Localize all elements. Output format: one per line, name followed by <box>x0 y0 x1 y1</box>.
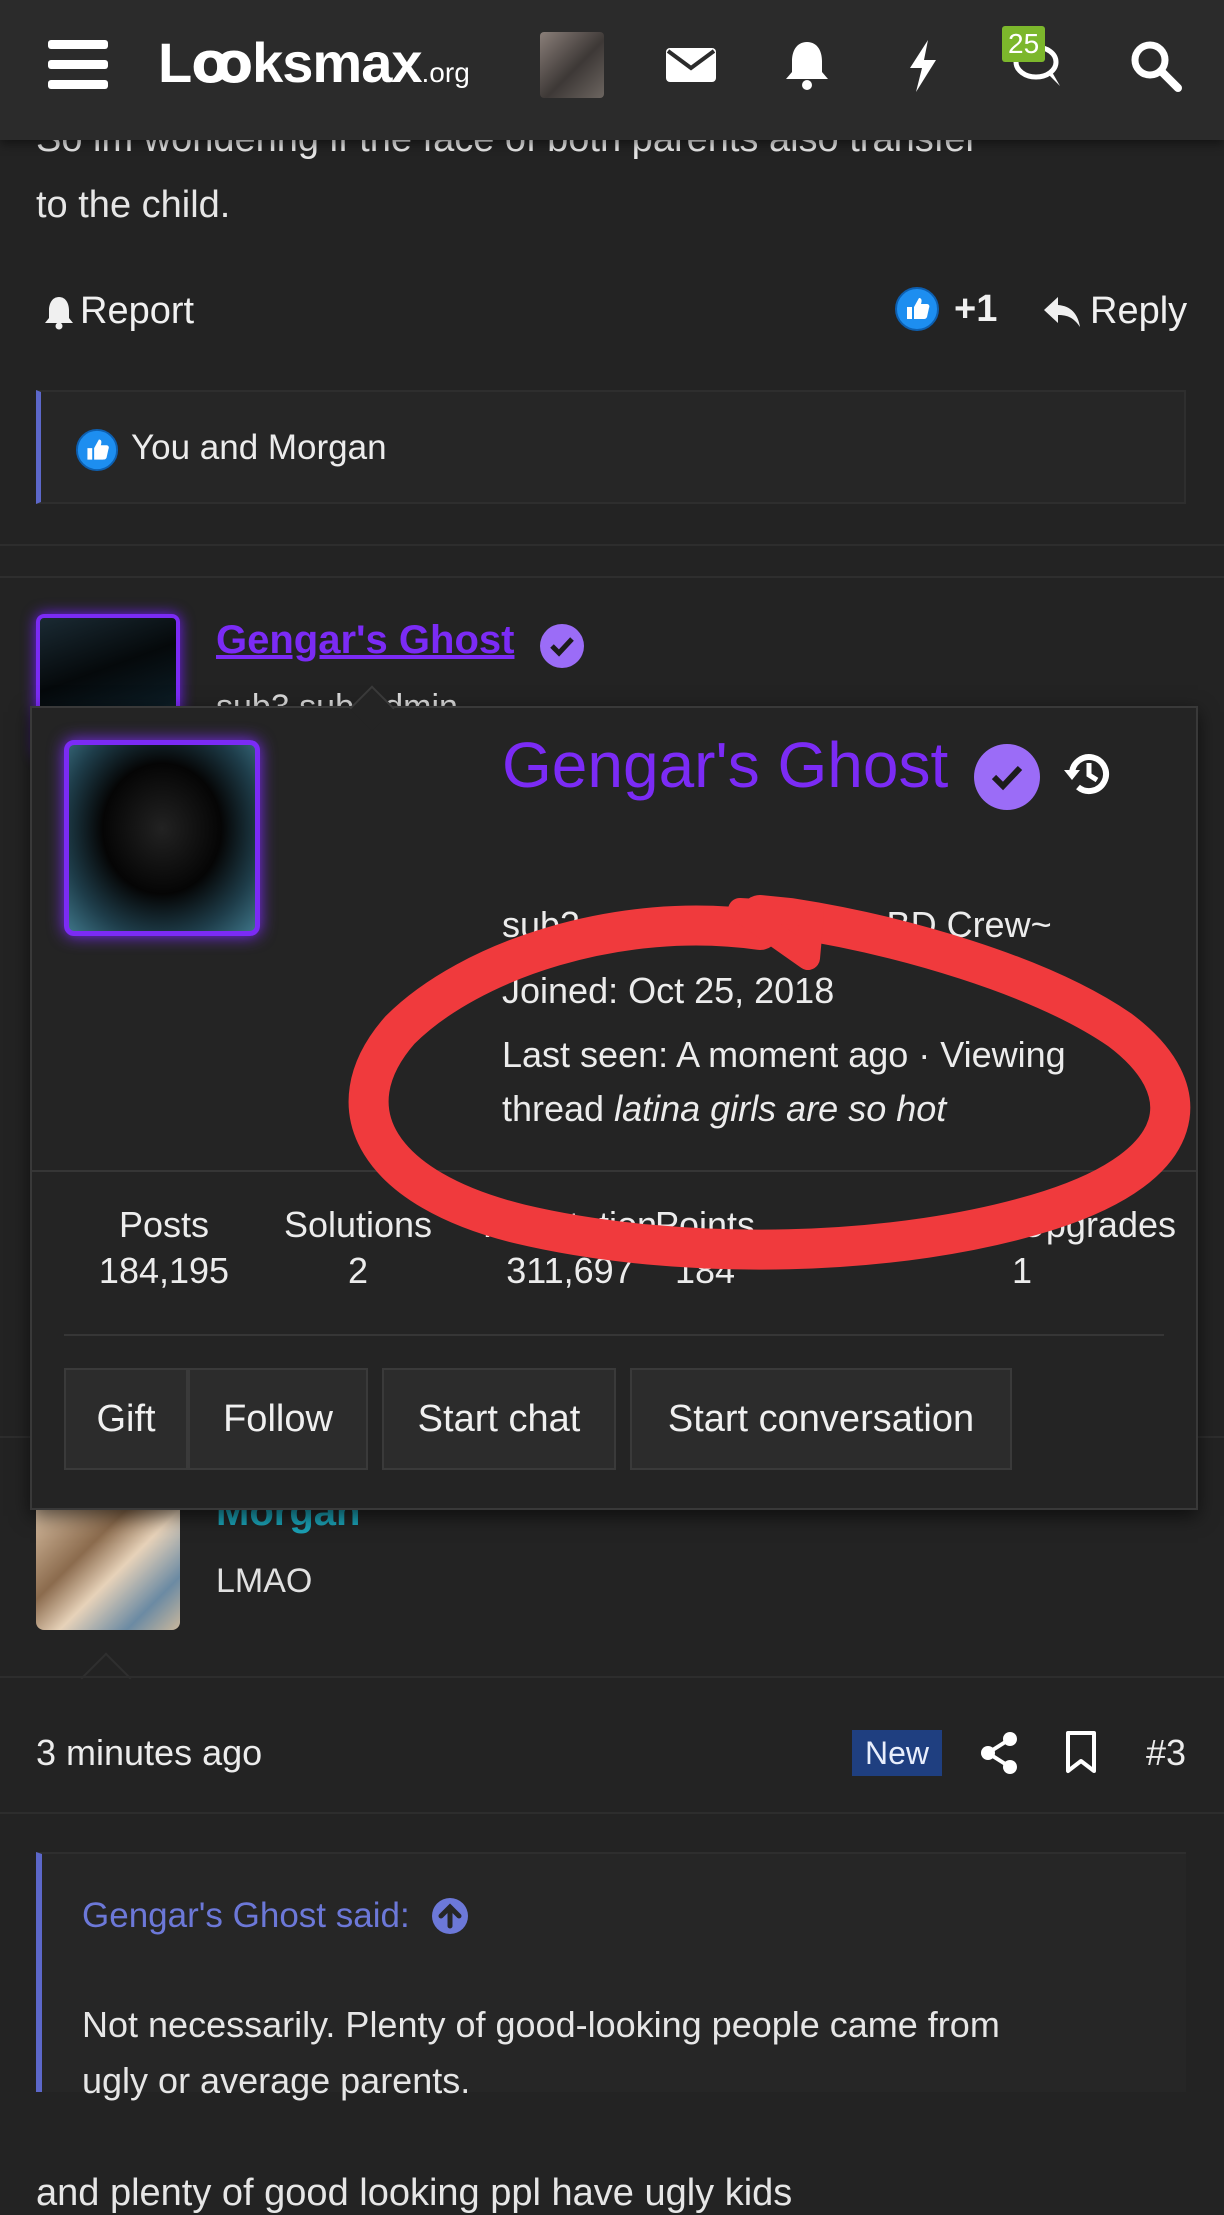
site-logo[interactable]: Lꝏksmax.org <box>158 30 470 96</box>
chat-count-badge: 25 <box>1002 26 1046 62</box>
inbox-envelope-icon[interactable] <box>660 34 722 96</box>
whats-new-lightning-icon[interactable] <box>892 34 954 96</box>
hamburger-menu-icon[interactable] <box>48 40 108 90</box>
site-logo-text: Lꝏksmax <box>158 31 423 94</box>
top-navigation-bar: Lꝏksmax.org 25 <box>0 0 1224 140</box>
site-logo-tld: .org <box>421 57 470 88</box>
red-circle-annotation <box>348 895 1191 1270</box>
search-icon[interactable] <box>1124 34 1186 96</box>
account-avatar[interactable] <box>540 32 604 98</box>
alerts-bell-icon[interactable] <box>776 34 838 96</box>
